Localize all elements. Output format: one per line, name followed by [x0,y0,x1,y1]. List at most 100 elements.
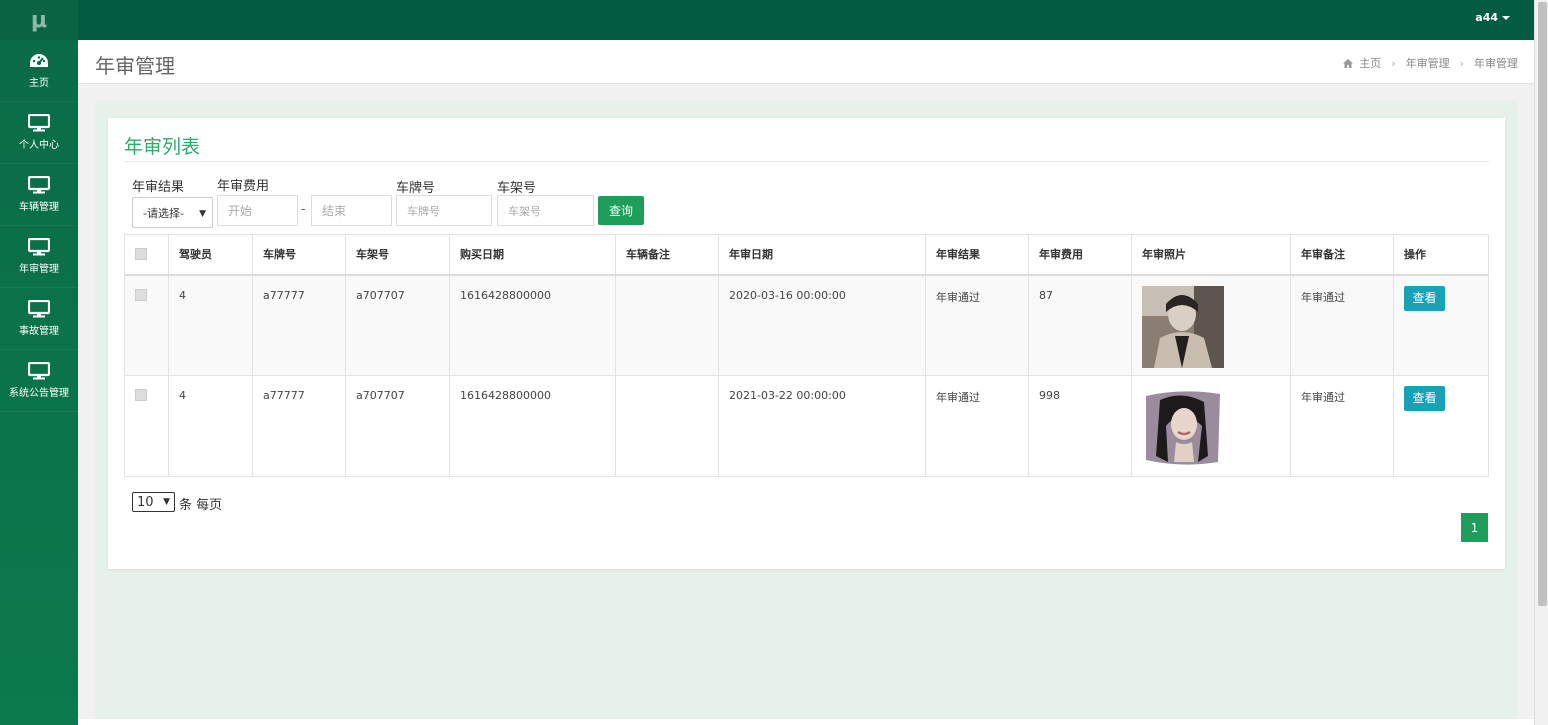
sidebar-item-home[interactable]: 主页 [0,40,78,102]
sidebar-item-profile[interactable]: 个人中心 [0,102,78,164]
card-title: 年审列表 [124,136,201,158]
caret-down-icon [1502,16,1510,20]
fee-filter-label: 年审费用 [217,179,270,194]
row-select-cell [124,274,169,376]
chevron-down-icon: ▼ [163,497,170,507]
chevron-down-icon: ▼ [199,209,206,219]
sidebar-item-vehicles[interactable]: 车辆管理 [0,164,78,226]
result-select-value: -请选择- [143,206,184,220]
action-cell: 查看 [1393,274,1489,376]
column-header: 操作 [1393,234,1489,276]
monitor-icon [28,300,50,318]
vehicle-note-cell [615,375,719,477]
column-header[interactable]: 年审日期 [718,234,926,276]
breadcrumb: 主页 › 年审管理 › 年审管理 [1343,55,1518,71]
monitor-icon [28,114,50,132]
column-header[interactable]: 年审备注 [1290,234,1394,276]
content-area: 年审列表 年审结果 -请选择- ▼ 年审费用 开始 - 结束 车牌号 车牌号 车… [95,100,1517,720]
column-header[interactable]: 车架号 [345,234,450,276]
column-header[interactable]: 年审照片 [1131,234,1291,276]
page-header: 年审管理 主页 › 年审管理 › 年审管理 [78,40,1534,84]
breadcrumb-current: 年审管理 [1474,57,1518,70]
table-row: 4 a77777 a707707 1616428800000 2021-03-2… [124,375,1489,477]
row-checkbox[interactable] [135,389,147,401]
page-title: 年审管理 [95,54,175,78]
plate-input[interactable]: 车牌号 [396,195,492,226]
table-header-row: 驾驶员 车牌号 车架号 购买日期 车辆备注 年审日期 年审结果 年审费用 年审照… [124,234,1489,276]
vin-cell: a707707 [345,375,450,477]
sidebar-item-label: 主页 [29,77,49,89]
divider [124,161,1489,162]
breadcrumb-home[interactable]: 主页 [1359,55,1381,71]
plate-filter-label: 车牌号 [396,181,436,196]
vin-input[interactable]: 车架号 [497,195,594,226]
result-select[interactable]: -请选择- ▼ [132,197,213,228]
page-button-current[interactable]: 1 [1461,513,1488,542]
row-checkbox[interactable] [135,288,147,301]
photo-cell [1131,375,1291,477]
column-header[interactable]: 年审费用 [1028,234,1132,276]
column-header[interactable]: 购买日期 [449,234,616,276]
select-all-cell [124,234,169,276]
home-icon [1343,58,1354,68]
fee-start-input[interactable]: 开始 [217,195,298,226]
review-photo[interactable] [1142,285,1224,368]
page-size-select[interactable]: 10 ▼ [132,492,175,512]
monitor-icon [28,238,50,256]
user-name: a44 [1475,11,1498,24]
breadcrumb-separator: › [1391,56,1396,70]
purchase-date-cell: 1616428800000 [449,274,616,376]
review-photo[interactable] [1142,386,1224,468]
view-button[interactable]: 查看 [1404,285,1445,311]
vin-filter-label: 车架号 [497,181,537,196]
breadcrumb-separator: › [1459,56,1464,70]
sidebar-item-label: 个人中心 [19,140,59,151]
list-card: 年审列表 年审结果 -请选择- ▼ 年审费用 开始 - 结束 车牌号 车牌号 车… [108,118,1505,569]
user-menu[interactable]: a44 [1475,11,1510,24]
footer-strip [78,719,1534,725]
vin-cell: a707707 [345,274,450,376]
sidebar-item-announcements[interactable]: 系统公告管理 [0,350,78,412]
driver-cell: 4 [168,375,253,477]
vehicle-note-cell [615,274,719,376]
column-header[interactable]: 年审结果 [925,234,1029,276]
sidebar-item-label: 系统公告管理 [9,388,69,399]
view-button[interactable]: 查看 [1404,386,1445,411]
column-header[interactable]: 车牌号 [252,234,346,276]
sidebar-item-annual-review[interactable]: 年审管理 [0,226,78,288]
fee-cell: 87 [1028,274,1132,376]
search-button[interactable]: 查询 [598,196,644,225]
range-separator: - [301,202,306,217]
action-cell: 查看 [1393,375,1489,477]
page-size-value: 10 [137,494,154,510]
breadcrumb-item[interactable]: 年审管理 [1406,55,1450,71]
vertical-scrollbar[interactable] [1534,0,1548,725]
dashboard-icon [30,53,48,67]
fee-cell: 998 [1028,375,1132,477]
column-header[interactable]: 驾驶员 [168,234,253,276]
purchase-date-cell: 1616428800000 [449,375,616,477]
sidebar-item-label: 车辆管理 [19,202,59,213]
result-cell: 年审通过 [925,375,1029,477]
monitor-icon [28,362,50,380]
result-filter-label: 年审结果 [132,180,185,195]
result-cell: 年审通过 [925,274,1029,376]
table-row: 4 a77777 a707707 1616428800000 2020-03-1… [124,274,1489,376]
review-date-cell: 2020-03-16 00:00:00 [718,274,926,376]
plate-cell: a77777 [252,274,346,376]
top-bar: a44 [78,0,1534,40]
fee-end-input[interactable]: 结束 [311,195,392,226]
row-select-cell [124,375,169,477]
select-all-checkbox[interactable] [135,247,147,260]
review-note-cell: 年审通过 [1290,375,1394,477]
review-note-cell: 年审通过 [1290,274,1394,376]
plate-cell: a77777 [252,375,346,477]
sidebar: μ 主页 个人中心 车辆管理 年审管理 事故管理 系统公告管理 [0,0,78,725]
scrollbar-thumb[interactable] [1538,2,1547,606]
column-header[interactable]: 车辆备注 [615,234,719,276]
sidebar-item-label: 事故管理 [19,326,59,337]
driver-cell: 4 [168,274,253,376]
sidebar-item-accidents[interactable]: 事故管理 [0,288,78,350]
sidebar-item-label: 年审管理 [19,264,59,275]
page-size-label: 条 每页 [179,498,223,513]
